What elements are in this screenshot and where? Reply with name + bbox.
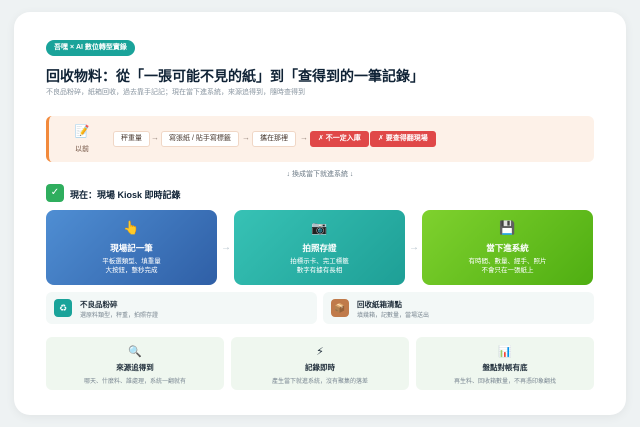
tap-icon: 👆	[123, 220, 140, 235]
search-icon: 🔍	[128, 346, 142, 358]
save-icon: 💾	[499, 220, 516, 235]
before-chip-write: 寫張紙 / 貼手寫標籤	[161, 131, 239, 147]
lightning-icon: ⚡	[316, 346, 324, 358]
before-chip-not-stored: ✗ 不一定入庫	[310, 131, 369, 147]
page-subtitle: 不良品粉碎，紙箱回收，過去靠手記記；現在當下進系統，來源追得到，隨時查得到	[46, 89, 305, 96]
before-chip-search: ✗ 要查得翻現場	[370, 131, 436, 147]
before-panel: 📝 以前 秤重量 → 寫張紙 / 貼手寫標籤 → 攜在那裡 → ✗ 不一定入庫 …	[46, 116, 594, 162]
now-title: 現在：現場 Kiosk 即時記錄	[70, 190, 181, 200]
mini-card-crush: ♻ 不良品粉碎 選原料類型，秤重，拍照存證	[46, 292, 317, 324]
check-icon: ✓	[46, 184, 64, 202]
recycle-icon: ♻	[54, 299, 72, 317]
step-record: 👆 現場記一筆 平板選類型、填重量 大按鈕，整秒完成	[46, 210, 217, 285]
page-title: 回收物料：從「一張可能不見的紙」到「查得到的一筆記錄」	[46, 68, 424, 84]
benefit-traceable: 🔍 來源追得到 哪天、什麼料、誰處理，系統一翻就有	[46, 337, 224, 390]
before-chip-weigh: 秤重量	[113, 131, 150, 147]
arrow-right-icon: →	[300, 133, 308, 142]
mini-card-box: 📦 回收紙箱清點 填幾箱，記數量，當場送出	[323, 292, 594, 324]
before-chip-store: 攜在那裡	[252, 131, 296, 147]
benefit-inventory: 📊 盤點對帳有底 再生料、回收箱數量，不再憑印象翻找	[416, 337, 594, 390]
box-icon: 📦	[331, 299, 349, 317]
transition-label: ↓ 換成當下就進系統 ↓	[286, 171, 354, 178]
camera-icon: 📷	[311, 220, 328, 235]
arrow-right-icon: →	[409, 242, 419, 253]
arrow-right-icon: →	[242, 133, 250, 142]
step-system: 💾 當下進系統 有時間、數量、經手、照片 不會只在一張紙上	[422, 210, 593, 285]
chart-icon: 📊	[498, 346, 512, 358]
document-icon: 📝	[74, 124, 90, 138]
arrow-right-icon: →	[151, 133, 159, 142]
category-tag: 吾嘿 × AI 數位轉型實錄	[46, 40, 135, 56]
before-label: 📝 以前	[67, 124, 97, 154]
arrow-right-icon: →	[221, 242, 231, 253]
benefit-realtime: ⚡ 記錄即時 產生當下就進系統，沒有聚集的落差	[231, 337, 409, 390]
step-photo: 📷 拍照存證 拍標示卡、完工標籤 數字有據有長相	[234, 210, 405, 285]
